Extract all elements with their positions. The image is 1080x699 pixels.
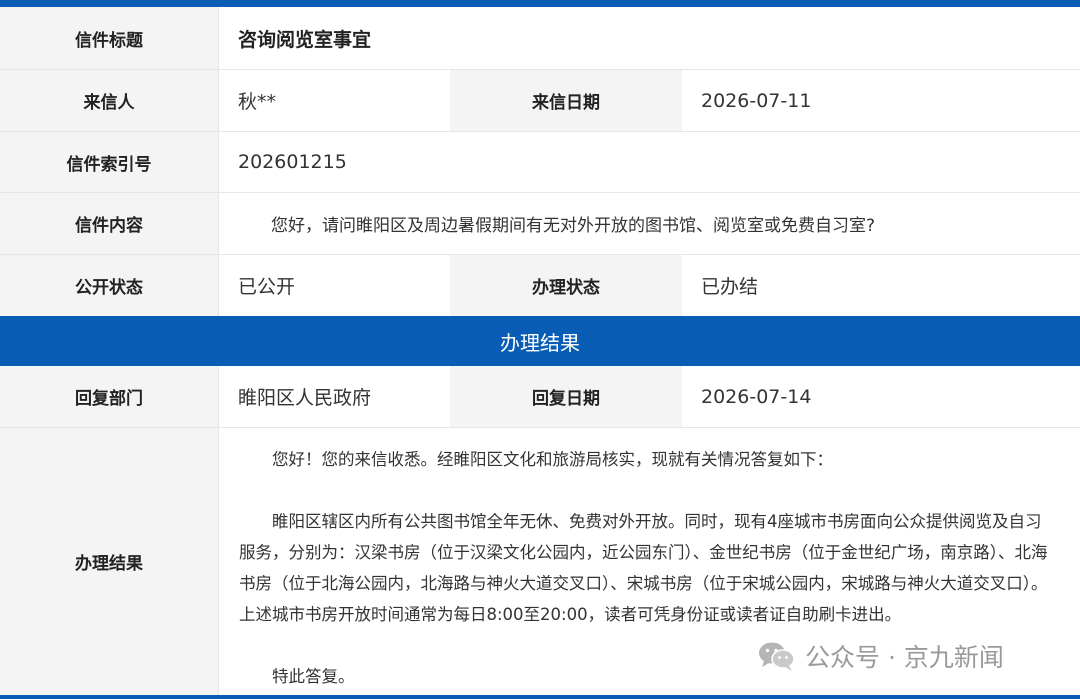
- reply-paragraph-2: 睢阳区辖区内所有公共图书馆全年无休、免费对外开放。同时，现有4座城市书房面向公众…: [239, 512, 1048, 624]
- reply-date-label: 回复日期: [450, 366, 682, 427]
- letter-date-label: 来信日期: [450, 70, 682, 131]
- index-label: 信件索引号: [0, 132, 218, 192]
- watermark-text: 公众号 · 京九新闻: [805, 643, 1004, 672]
- row-sender: 来信人 秋** 来信日期 2026-07-11: [0, 70, 1080, 132]
- content-value: 您好，请问睢阳区及周边暑假期间有无对外开放的图书馆、阅览室或免费自习室?: [218, 193, 1080, 254]
- sender-value: 秋**: [218, 70, 450, 131]
- row-index: 信件索引号 202601215: [0, 132, 1080, 193]
- handle-status-label: 办理状态: [450, 255, 682, 316]
- watermark: 公众号 · 京九新闻: [757, 638, 1004, 674]
- result-label: 办理结果: [0, 428, 218, 695]
- row-content: 信件内容 您好，请问睢阳区及周边暑假期间有无对外开放的图书馆、阅览室或免费自习室…: [0, 193, 1080, 255]
- top-accent-bar: [0, 0, 1080, 7]
- reply-date-value: 2026-07-14: [682, 366, 1080, 427]
- letter-title-label: 信件标题: [0, 7, 218, 69]
- handle-status-value: 已办结: [682, 255, 1080, 316]
- letter-date-value: 2026-07-11: [682, 70, 1080, 131]
- public-status-label: 公开状态: [0, 255, 218, 316]
- content-label: 信件内容: [0, 193, 218, 254]
- letter-title-value: 咨询阅览室事宜: [218, 7, 1080, 69]
- public-status-value: 已公开: [218, 255, 450, 316]
- wechat-icon: [759, 642, 795, 671]
- index-value: 202601215: [218, 132, 1080, 192]
- row-letter-title: 信件标题 咨询阅览室事宜: [0, 7, 1080, 70]
- reply-paragraph-1: 您好！您的来信收悉。经睢阳区文化和旅游局核实，现就有关情况答复如下：: [272, 450, 833, 469]
- result-section-header: 办理结果: [0, 316, 1080, 366]
- reply-dept-label: 回复部门: [0, 366, 218, 427]
- row-reply-dept: 回复部门 睢阳区人民政府 回复日期 2026-07-14: [0, 366, 1080, 428]
- row-status: 公开状态 已公开 办理状态 已办结: [0, 255, 1080, 316]
- reply-dept-value: 睢阳区人民政府: [218, 366, 450, 427]
- bottom-accent-bar: [0, 695, 1080, 699]
- sender-label: 来信人: [0, 70, 218, 131]
